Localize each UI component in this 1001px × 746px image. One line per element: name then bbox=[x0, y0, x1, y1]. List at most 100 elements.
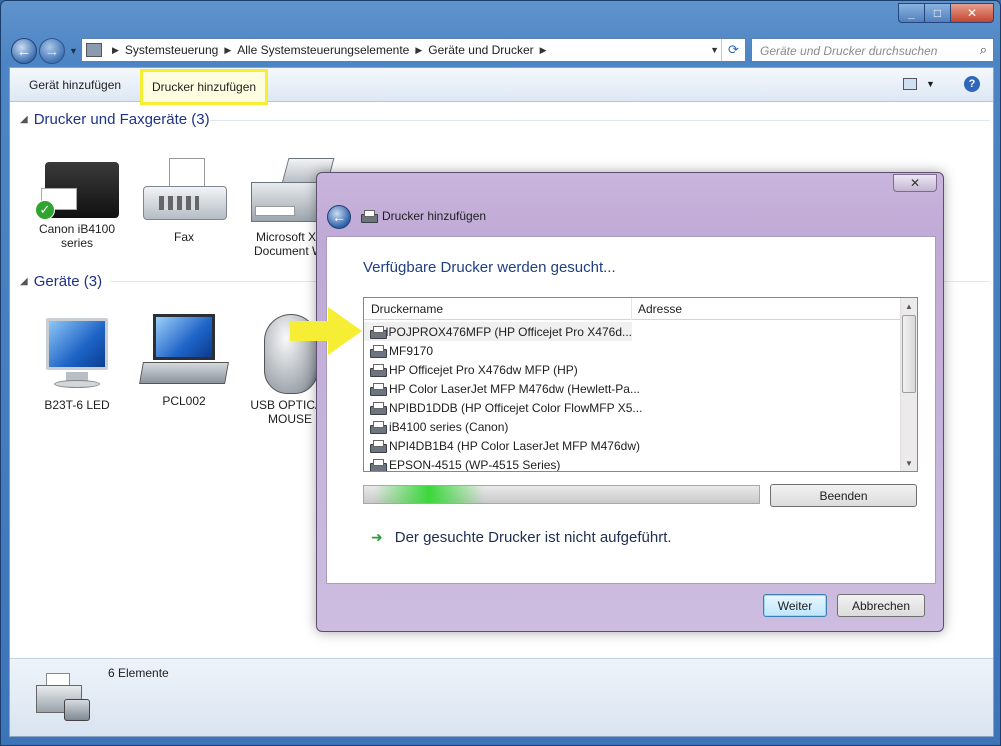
navigation-bar: ← → ▼ ▶ Systemsteuerung ▶ Alle Systemste… bbox=[9, 35, 994, 65]
address-bar[interactable]: ▶ Systemsteuerung ▶ Alle Systemsteuerung… bbox=[81, 38, 746, 62]
printer-icon bbox=[370, 458, 387, 471]
add-device-button[interactable]: Gerät hinzufügen bbox=[29, 78, 121, 92]
devices-group-title: Geräte (3) bbox=[33, 273, 103, 290]
scroll-down-icon[interactable]: ▼ bbox=[901, 455, 917, 471]
device-monitor[interactable]: B23T-6 LED bbox=[27, 318, 127, 412]
search-input[interactable]: Geräte und Drucker durchsuchen ⌕ bbox=[751, 38, 994, 62]
laptop-icon bbox=[139, 314, 229, 390]
search-heading: Verfügbare Drucker werden gesucht... bbox=[363, 259, 616, 276]
printer-icon bbox=[370, 401, 387, 415]
device-fax[interactable]: Fax bbox=[134, 156, 234, 244]
column-header-name[interactable]: Druckername bbox=[371, 302, 443, 316]
view-dropdown-icon[interactable]: ▼ bbox=[926, 79, 935, 89]
change-view-icon[interactable] bbox=[903, 78, 917, 90]
green-arrow-icon: ➜ bbox=[371, 529, 383, 545]
close-button[interactable]: ✕ bbox=[950, 3, 994, 23]
breadcrumb-separator-icon[interactable]: ▶ bbox=[224, 45, 231, 56]
printer-list[interactable]: Druckername Adresse HPOJPROX476MFP (HP O… bbox=[363, 297, 918, 472]
printer-rows: HPOJPROX476MFP (HP Officejet Pro X476d..… bbox=[364, 322, 901, 472]
dialog-back-button[interactable]: ← bbox=[327, 205, 351, 229]
breadcrumb-separator-icon[interactable]: ▶ bbox=[112, 45, 119, 56]
cancel-button[interactable]: Abbrechen bbox=[837, 594, 925, 617]
control-panel-icon bbox=[86, 43, 102, 57]
printer-name: iB4100 series (Canon) bbox=[389, 419, 509, 434]
maximize-button[interactable]: □ bbox=[924, 3, 951, 23]
device-label: PCL002 bbox=[162, 394, 206, 408]
devices-printers-icon bbox=[30, 667, 90, 723]
printer-icon bbox=[370, 439, 387, 453]
scroll-thumb[interactable] bbox=[902, 315, 916, 393]
printer-name: MF9170 bbox=[389, 343, 434, 358]
back-arrow-icon: ← bbox=[16, 42, 32, 60]
list-item[interactable]: MF9170 bbox=[364, 341, 901, 360]
list-item[interactable]: iB4100 series (Canon) bbox=[364, 417, 901, 436]
devices-group-header[interactable]: ◢ Geräte (3) bbox=[20, 273, 102, 290]
refresh-icon[interactable]: ⟳ bbox=[721, 39, 745, 61]
list-item[interactable]: HP Officejet Pro X476dw MFP (HP) bbox=[364, 360, 901, 379]
dialog-title: Drucker hinzufügen bbox=[361, 209, 486, 223]
printer-icon bbox=[370, 363, 387, 377]
device-label: Canon iB4100 series bbox=[38, 222, 116, 250]
printer-icon bbox=[361, 210, 378, 223]
add-printer-dialog: ✕ ← Drucker hinzufügen Verfügbare Drucke… bbox=[316, 172, 944, 632]
breadcrumb-geraete-und-drucker[interactable]: Geräte und Drucker bbox=[428, 43, 533, 57]
help-icon[interactable]: ? bbox=[964, 76, 980, 92]
printer-name: EPSON-4515 (WP-4515 Series) bbox=[389, 457, 561, 472]
printers-group-header[interactable]: ◢ Drucker und Faxgeräte (3) bbox=[20, 111, 210, 128]
printer-name: NPI4DB1B4 (HP Color LaserJet MFP M476dw) bbox=[389, 438, 640, 453]
column-header-address[interactable]: Adresse bbox=[638, 302, 682, 316]
forward-button[interactable]: → bbox=[39, 38, 65, 64]
inkjet-printer-icon: ✓ bbox=[35, 152, 119, 220]
recent-pages-dropdown[interactable]: ▼ bbox=[69, 46, 78, 56]
not-listed-text: Der gesuchte Drucker ist nicht aufgeführ… bbox=[394, 529, 672, 546]
collapse-icon[interactable]: ◢ bbox=[20, 114, 28, 125]
add-printer-button[interactable]: Drucker hinzufügen bbox=[140, 69, 269, 105]
progress-glow bbox=[374, 486, 484, 503]
back-button[interactable]: ← bbox=[11, 38, 37, 64]
minimize-button[interactable]: _ bbox=[898, 3, 925, 23]
forward-arrow-icon: → bbox=[44, 42, 60, 60]
printer-name: HP Color LaserJet MFP M476dw (Hewlett-Pa… bbox=[389, 381, 640, 396]
printer-icon bbox=[370, 420, 387, 434]
printer-name: NPIBD1DDB (HP Officejet Color FlowMFP X5… bbox=[389, 400, 643, 415]
printer-icon bbox=[370, 344, 387, 358]
column-divider[interactable] bbox=[631, 298, 632, 320]
search-icon[interactable]: ⌕ bbox=[980, 42, 987, 58]
collapse-icon[interactable]: ◢ bbox=[20, 276, 28, 287]
next-button[interactable]: Weiter bbox=[763, 594, 827, 617]
search-progress-bar bbox=[363, 485, 760, 504]
list-item[interactable]: EPSON-4515 (WP-4515 Series) bbox=[364, 455, 901, 472]
breadcrumb-separator-icon[interactable]: ▶ bbox=[540, 45, 547, 56]
monitor-icon bbox=[42, 318, 112, 394]
list-item[interactable]: HPOJPROX476MFP (HP Officejet Pro X476d..… bbox=[364, 322, 632, 341]
printer-name: HPOJPROX476MFP (HP Officejet Pro X476d..… bbox=[379, 324, 632, 339]
details-pane: 6 Elemente bbox=[10, 658, 993, 736]
printer-icon bbox=[370, 382, 387, 396]
command-bar: Gerät hinzufügen Drucker hinzufügen ▼ ? bbox=[10, 68, 993, 105]
device-label: Fax bbox=[173, 230, 194, 244]
list-item[interactable]: HP Color LaserJet MFP M476dw (Hewlett-Pa… bbox=[364, 379, 901, 398]
stop-button[interactable]: Beenden bbox=[770, 484, 917, 507]
address-dropdown-icon[interactable]: ▼ bbox=[710, 45, 719, 55]
list-header: Druckername Adresse bbox=[364, 298, 901, 320]
scroll-up-icon[interactable]: ▲ bbox=[901, 298, 917, 314]
breadcrumb-alle-elemente[interactable]: Alle Systemsteuerungselemente bbox=[237, 43, 409, 57]
breadcrumb-separator-icon[interactable]: ▶ bbox=[415, 45, 422, 56]
list-item[interactable]: NPIBD1DDB (HP Officejet Color FlowMFP X5… bbox=[364, 398, 901, 417]
printer-not-listed-link[interactable]: ➜ Der gesuchte Drucker ist nicht aufgefü… bbox=[371, 529, 672, 546]
printer-icon bbox=[370, 325, 387, 339]
breadcrumb-systemsteuerung[interactable]: Systemsteuerung bbox=[125, 43, 218, 57]
caption-buttons: _ □ ✕ bbox=[898, 3, 994, 23]
annotation-arrow-icon bbox=[290, 307, 362, 355]
fax-icon bbox=[139, 156, 229, 226]
list-scrollbar[interactable]: ▲ ▼ bbox=[900, 298, 917, 471]
printer-name: HP Officejet Pro X476dw MFP (HP) bbox=[389, 362, 578, 377]
dialog-close-button[interactable]: ✕ bbox=[893, 174, 937, 192]
printers-group-title: Drucker und Faxgeräte (3) bbox=[33, 111, 210, 128]
search-placeholder: Geräte und Drucker durchsuchen bbox=[760, 44, 938, 58]
list-item[interactable]: NPI4DB1B4 (HP Color LaserJet MFP M476dw) bbox=[364, 436, 901, 455]
device-laptop[interactable]: PCL002 bbox=[134, 314, 234, 408]
dialog-title-text: Drucker hinzufügen bbox=[382, 209, 487, 223]
dialog-body: Verfügbare Drucker werden gesucht... Dru… bbox=[326, 236, 936, 584]
device-canon[interactable]: ✓ Canon iB4100 series bbox=[27, 152, 127, 250]
